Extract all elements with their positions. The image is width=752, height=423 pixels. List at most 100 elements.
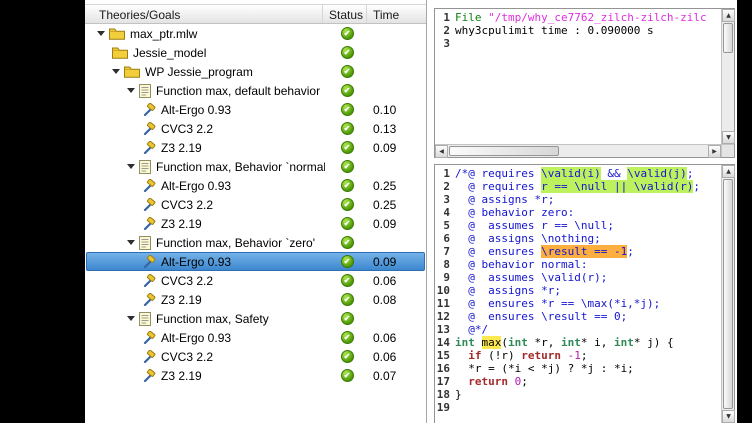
- column-header-time[interactable]: Time: [367, 5, 426, 23]
- line-number: 9: [435, 271, 455, 284]
- status-cell: ✔: [325, 103, 369, 116]
- code-line: 14int max(int *r, int* i, int* j) {: [435, 336, 721, 349]
- tree-row-content: Function max, Behavior `normal': [85, 157, 325, 176]
- code-line: 4 @ behavior zero:: [435, 206, 721, 219]
- tree-row[interactable]: Function max, Behavior `normal'✔: [85, 157, 426, 176]
- line-number: 5: [435, 219, 455, 232]
- line-text: *r = (*i < *j) ? *j : *i;: [455, 362, 634, 375]
- scrollbar-handle[interactable]: [449, 146, 559, 156]
- line-number: 4: [435, 206, 455, 219]
- status-cell: ✔: [325, 350, 369, 363]
- tree-row[interactable]: Alt-Ergo 0.93 ✔ 0.10: [85, 100, 426, 119]
- output-vertical-scrollbar[interactable]: ▲ ▼: [721, 9, 734, 144]
- expander-icon[interactable]: [127, 88, 135, 93]
- tree-row[interactable]: Z3 2.19✔0.09: [85, 138, 426, 157]
- tree-row-label: Z3 2.19: [161, 293, 202, 307]
- code-line: 11 @ ensures *r == \max(*i,*j);: [435, 297, 721, 310]
- code-line: 16 *r = (*i < *j) ? *j : *i;: [435, 362, 721, 375]
- tree-row[interactable]: Alt-Ergo 0.93✔0.06: [85, 328, 426, 347]
- tree-row-label: Z3 2.19: [161, 141, 202, 155]
- line-number: 1: [435, 11, 455, 24]
- line-number: 10: [435, 284, 455, 297]
- expander-icon[interactable]: [112, 69, 120, 74]
- tree-row[interactable]: Alt-Ergo 0.93✔0.25: [85, 176, 426, 195]
- line-number: 2: [435, 24, 455, 37]
- file-icon: [139, 160, 151, 174]
- tree-row[interactable]: max_ptr.mlw✔: [85, 24, 426, 43]
- tree-row[interactable]: CVC3 2.2✔0.06: [85, 271, 426, 290]
- line-text: int max(int *r, int* i, int* j) {: [455, 336, 674, 349]
- status-cell: ✔: [325, 65, 369, 78]
- expander-icon[interactable]: [127, 240, 135, 245]
- tree-row-content: Z3 2.19: [85, 214, 325, 233]
- line-number: 1: [435, 167, 455, 180]
- tree-row[interactable]: Function max, default behavior ✔: [85, 81, 426, 100]
- line-number: 13: [435, 323, 455, 336]
- status-ok-icon: ✔: [341, 369, 354, 382]
- file-icon: [139, 312, 151, 326]
- tree-row[interactable]: CVC3 2.2✔0.06: [85, 347, 426, 366]
- tree-row[interactable]: Z3 2.19✔0.09: [85, 214, 426, 233]
- code-line: 12 @ ensures \result == 0;: [435, 310, 721, 323]
- scroll-up-icon[interactable]: ▲: [722, 9, 735, 22]
- code-line: 19: [435, 401, 721, 414]
- scroll-up-icon[interactable]: ▲: [722, 165, 735, 178]
- time-cell: 0.10: [373, 103, 396, 117]
- scrollbar-handle[interactable]: [723, 23, 733, 53]
- expander-icon[interactable]: [127, 164, 135, 169]
- status-ok-icon: ✔: [341, 274, 354, 287]
- code-line: 15 if (!r) return -1;: [435, 349, 721, 362]
- tree-row[interactable]: CVC3 2.2✔0.25: [85, 195, 426, 214]
- tree-row[interactable]: Function max, Behavior `zero' ✔: [85, 233, 426, 252]
- tree-row-label: Function max, Behavior `zero': [156, 236, 315, 250]
- output-horizontal-scrollbar[interactable]: ◀ ▶: [435, 144, 721, 157]
- tree-row[interactable]: Z3 2.19✔0.08: [85, 290, 426, 309]
- status-cell: ✔: [325, 84, 369, 97]
- line-text: return 0;: [455, 375, 528, 388]
- tree-row[interactable]: CVC3 2.2✔0.13: [85, 119, 426, 138]
- tree-row-label: Function max, default behavior: [156, 84, 320, 98]
- code-line: 9 @ assumes \valid(r);: [435, 271, 721, 284]
- prover-output-panel: 1File "/tmp/why_ce7762_zilch-zilch-zilc2…: [434, 8, 735, 158]
- folder-icon: [109, 27, 125, 40]
- output-text[interactable]: 1File "/tmp/why_ce7762_zilch-zilch-zilc2…: [435, 9, 721, 144]
- scroll-left-icon[interactable]: ◀: [435, 145, 448, 158]
- scroll-right-icon[interactable]: ▶: [708, 145, 721, 158]
- line-number: 14: [435, 336, 455, 349]
- theories-goals-panel: Theories/Goals Status Time max_ptr.mlw✔J…: [85, 0, 427, 423]
- scroll-down-icon[interactable]: ▼: [722, 131, 735, 144]
- prover-icon: [142, 331, 156, 344]
- tree-row-label: Jessie_model: [133, 46, 206, 60]
- tree-row-label: CVC3 2.2: [161, 350, 213, 364]
- tree-row-content: Alt-Ergo 0.93: [85, 252, 325, 271]
- scrollbar-handle[interactable]: [723, 179, 733, 409]
- line-text: @ ensures \result == -1;: [455, 245, 634, 258]
- tree-row[interactable]: WP Jessie_program✔: [85, 62, 426, 81]
- column-header-status[interactable]: Status: [323, 5, 367, 23]
- source-vertical-scrollbar[interactable]: ▲ ▼: [721, 165, 734, 423]
- source-text[interactable]: 1/*@ requires \valid(i) && \valid(j);2 @…: [435, 165, 721, 423]
- expander-icon[interactable]: [97, 31, 105, 36]
- code-line: 3: [435, 37, 721, 50]
- status-cell: ✔: [325, 255, 369, 268]
- tree-row-label: Alt-Ergo 0.93: [161, 103, 231, 117]
- status-ok-icon: ✔: [341, 179, 354, 192]
- tree-row-content: Alt-Ergo 0.93: [85, 176, 325, 195]
- tree-row[interactable]: Alt-Ergo 0.93✔0.09: [85, 252, 426, 271]
- status-ok-icon: ✔: [341, 255, 354, 268]
- tree-row[interactable]: Function max, Safety✔: [85, 309, 426, 328]
- tree-row[interactable]: Jessie_model✔: [85, 43, 426, 62]
- scroll-down-icon[interactable]: ▼: [722, 410, 735, 423]
- status-cell: ✔: [325, 236, 369, 249]
- prover-icon: [142, 350, 156, 363]
- status-ok-icon: ✔: [341, 350, 354, 363]
- source-code-panel: 1/*@ requires \valid(i) && \valid(j);2 @…: [434, 164, 735, 423]
- status-cell: ✔: [325, 198, 369, 211]
- code-line: 6 @ assigns \nothing;: [435, 232, 721, 245]
- tree-row-label: CVC3 2.2: [161, 198, 213, 212]
- column-header-theories-goals[interactable]: Theories/Goals: [85, 5, 323, 23]
- line-number: 8: [435, 258, 455, 271]
- expander-icon[interactable]: [127, 316, 135, 321]
- tree-row[interactable]: Z3 2.19✔0.07: [85, 366, 426, 385]
- code-line: 1File "/tmp/why_ce7762_zilch-zilch-zilc: [435, 11, 721, 24]
